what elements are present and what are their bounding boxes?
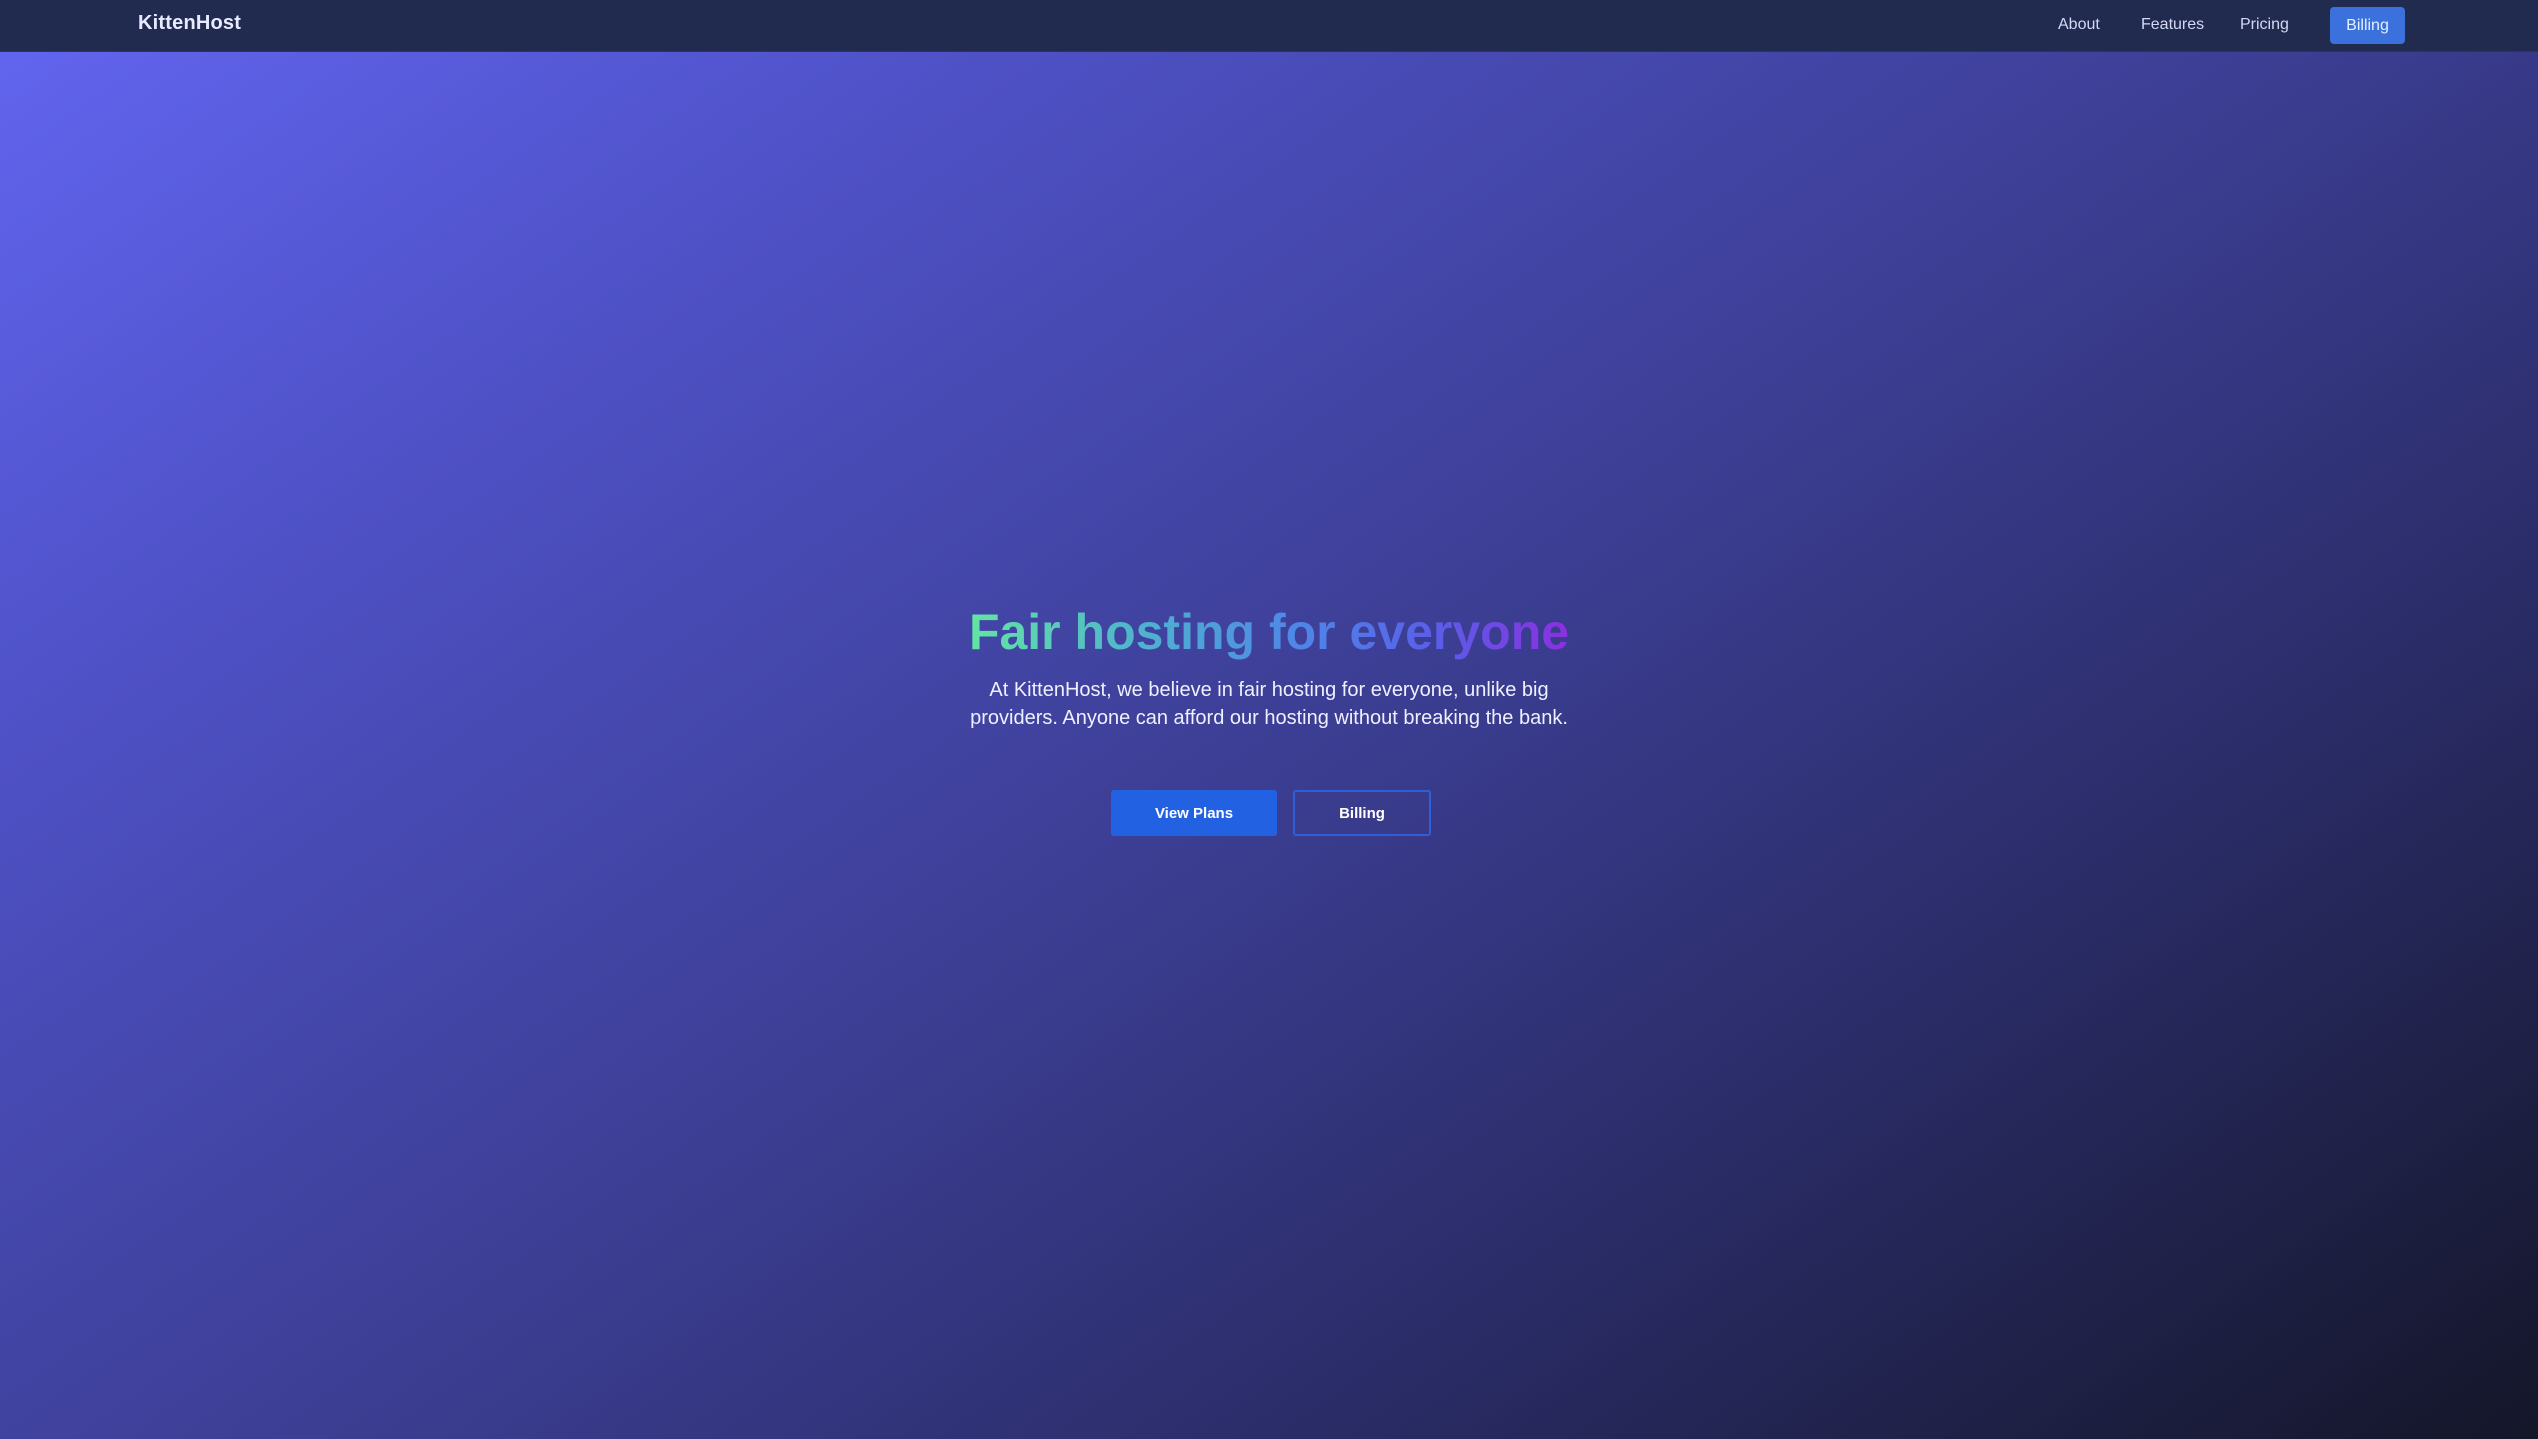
hero-section: [0, 52, 2538, 1439]
view-plans-button[interactable]: View Plans: [1111, 790, 1277, 836]
nav-billing-button[interactable]: Billing: [2330, 7, 2405, 44]
hero-title: Fair hosting for everyone: [0, 600, 2538, 664]
nav-link-pricing[interactable]: Pricing: [2240, 16, 2289, 34]
hero-description: At KittenHost, we believe in fair hostin…: [970, 679, 1568, 729]
hero-title-text: Fair hosting for everyone: [968, 604, 1570, 660]
billing-button[interactable]: Billing: [1293, 790, 1431, 836]
brand-logo-text[interactable]: KittenHost: [138, 12, 241, 35]
nav-link-features[interactable]: Features: [2141, 16, 2204, 34]
nav-link-about[interactable]: About: [2058, 16, 2100, 34]
top-navbar: KittenHost About Features Pricing Billin…: [0, 0, 2538, 52]
